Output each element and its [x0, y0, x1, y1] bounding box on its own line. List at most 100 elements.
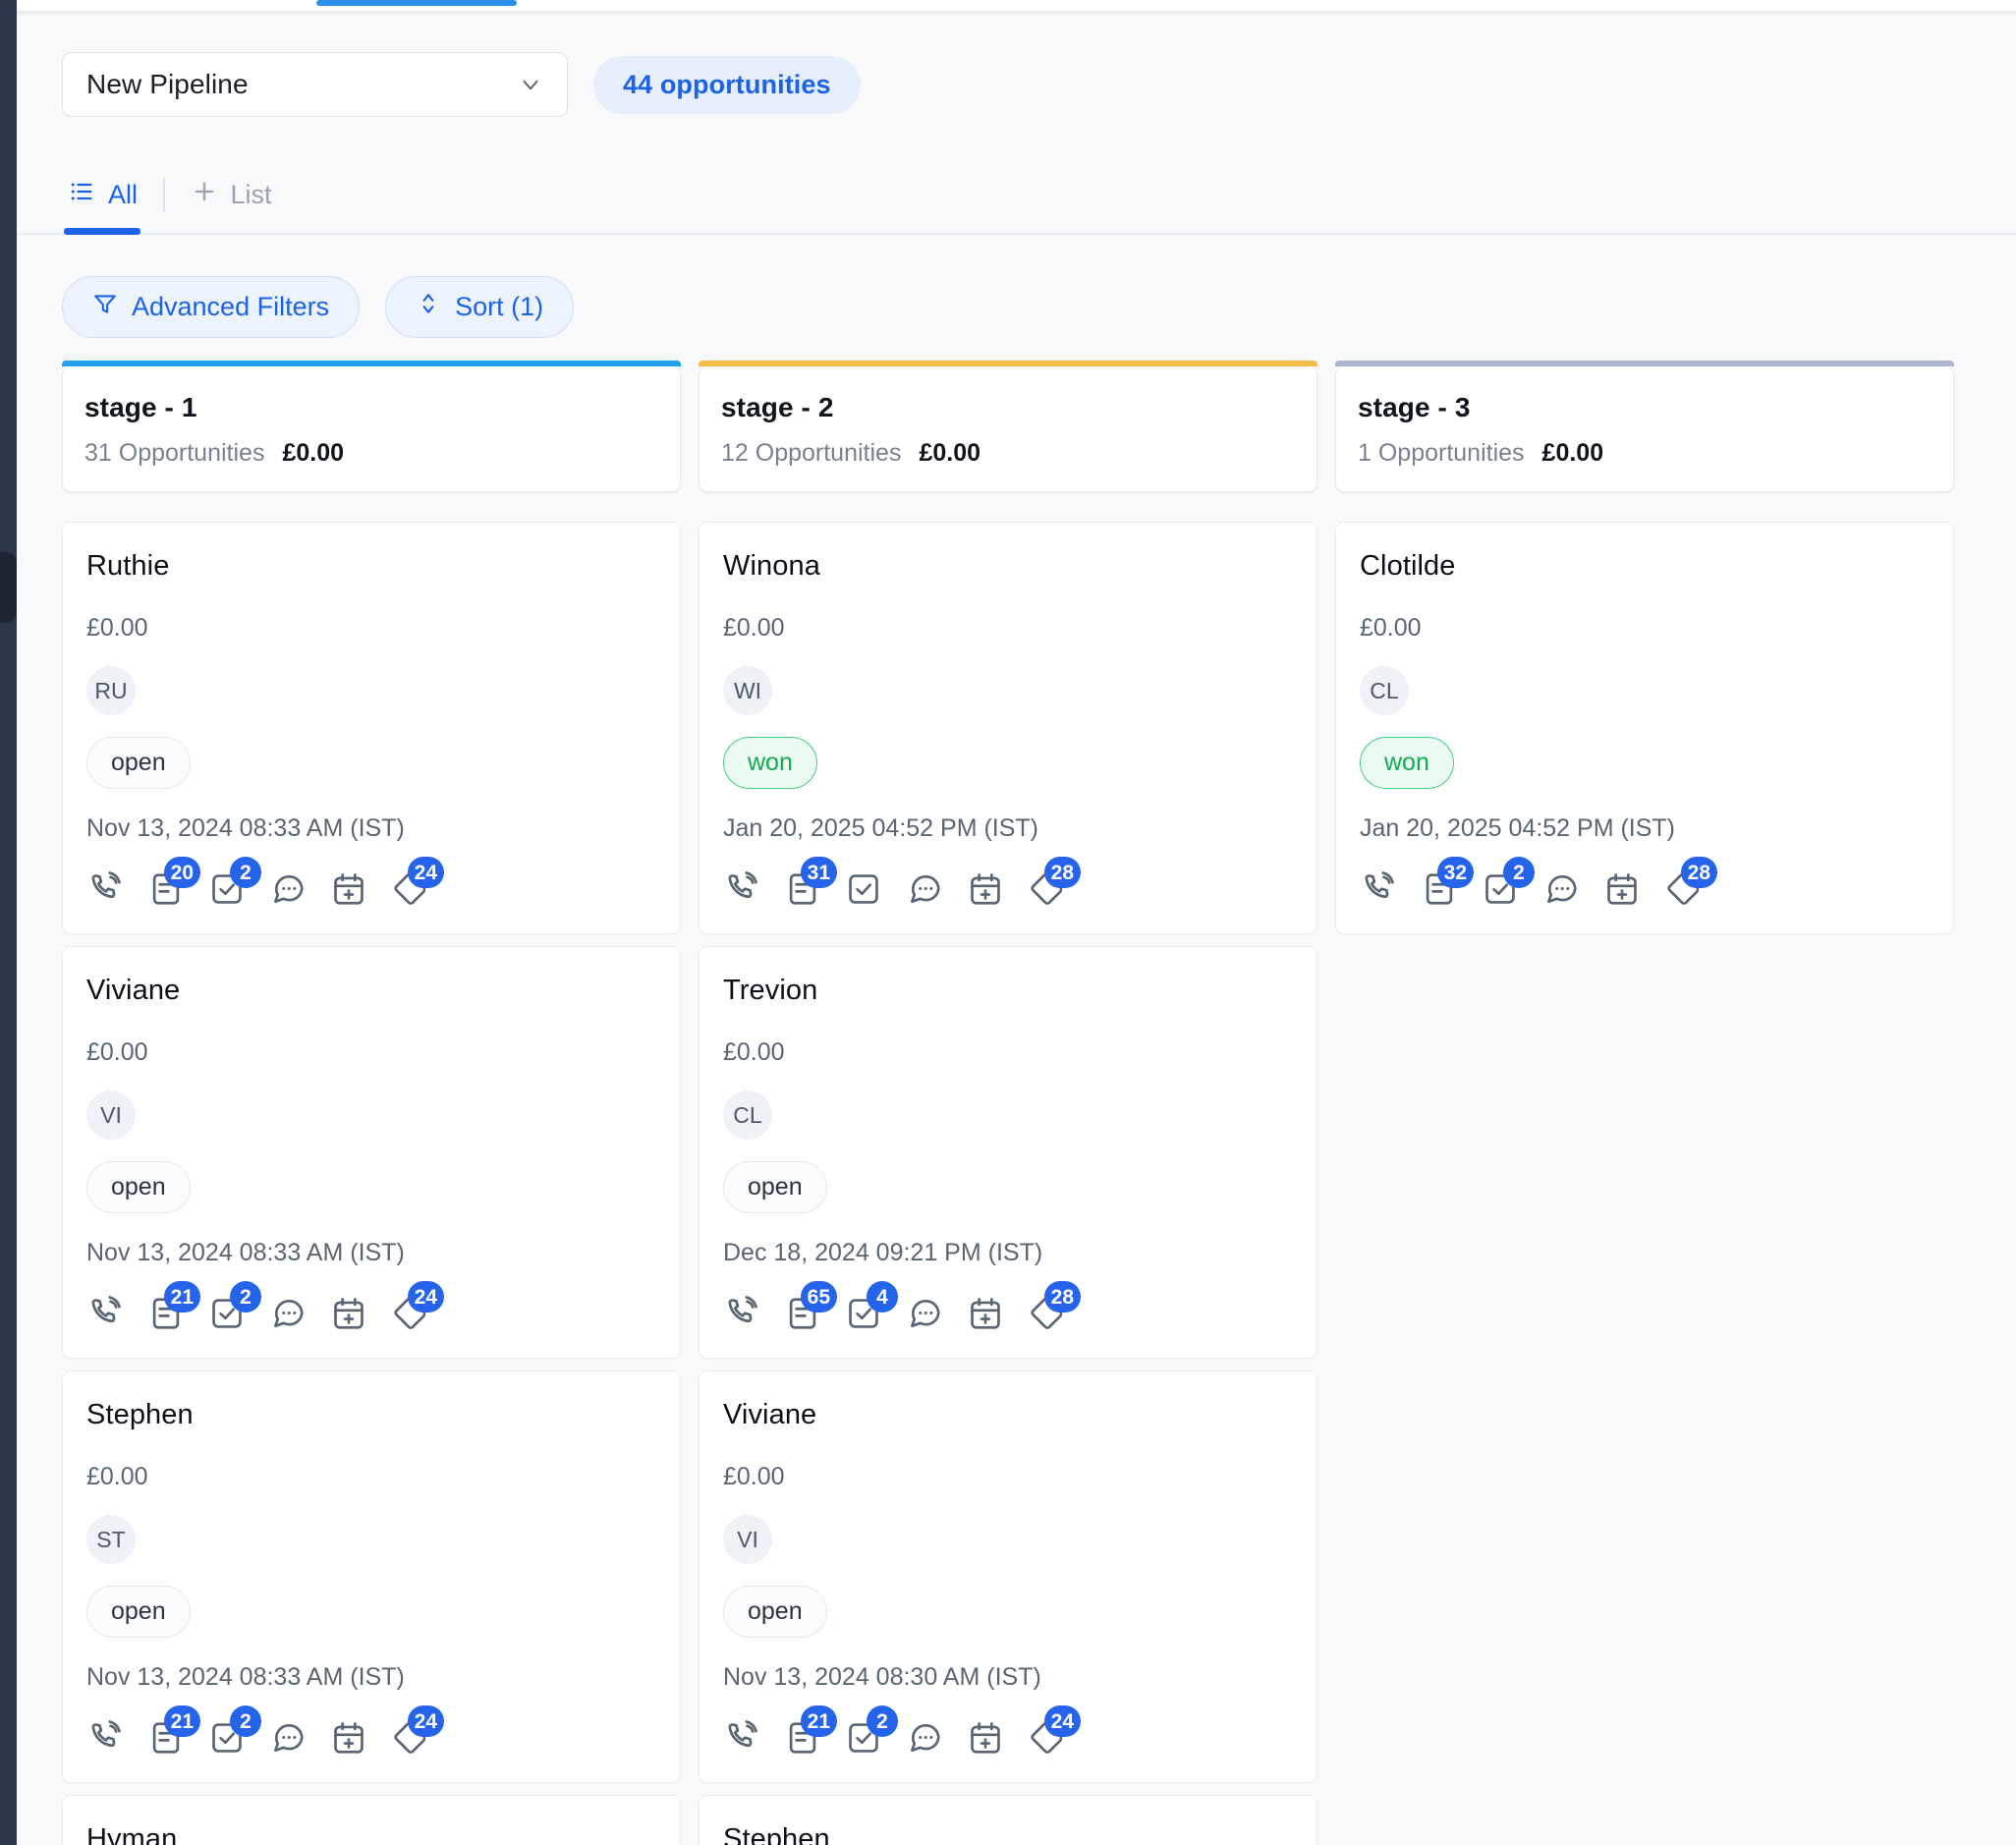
icon-count-badge: 21	[164, 1281, 200, 1313]
calendar-plus-icon[interactable]	[330, 1719, 367, 1757]
pipeline-board: stage - 131 Opportunities£0.00Ruthie£0.0…	[17, 338, 2016, 1845]
phone-call-icon[interactable]	[723, 1295, 760, 1332]
opportunity-name: Trevion	[723, 975, 1293, 1007]
chat-bubble-icon[interactable]	[906, 1719, 943, 1757]
task-check-icon[interactable]: 2	[208, 1719, 246, 1757]
stage-total-amount: £0.00	[919, 439, 980, 468]
task-check-icon[interactable]: 2	[845, 1719, 882, 1757]
opportunity-card[interactable]: Trevion£0.00CLopenDec 18, 2024 09:21 PM …	[699, 946, 1317, 1359]
pipeline-select[interactable]: New Pipeline	[62, 52, 568, 117]
icon-count-badge: 65	[801, 1281, 837, 1313]
tag-icon[interactable]: 24	[391, 1719, 428, 1757]
tab-all-underline	[64, 228, 140, 235]
task-check-icon[interactable]: 2	[208, 870, 246, 908]
icon-count-badge: 31	[801, 857, 837, 888]
left-rail-active-marker[interactable]	[0, 552, 17, 623]
avatar: ST	[86, 1515, 136, 1564]
note-icon[interactable]: 31	[784, 870, 821, 908]
calendar-plus-icon[interactable]	[967, 870, 1004, 908]
tag-icon[interactable]: 24	[1028, 1719, 1065, 1757]
note-icon[interactable]: 21	[147, 1295, 185, 1332]
phone-call-icon[interactable]	[86, 870, 124, 908]
stage-summary: 31 Opportunities£0.00	[84, 439, 658, 468]
phone-call-icon[interactable]	[86, 1295, 124, 1332]
tag-icon[interactable]: 24	[391, 1295, 428, 1332]
view-tabs: All List	[17, 158, 2016, 231]
tab-all-label: All	[108, 180, 138, 210]
stage-total-amount: £0.00	[282, 439, 344, 468]
opportunity-date: Jan 20, 2025 04:52 PM (IST)	[723, 814, 1293, 843]
chevron-down-icon	[518, 72, 543, 97]
task-check-icon[interactable]: 2	[208, 1295, 246, 1332]
opportunity-date: Jan 20, 2025 04:52 PM (IST)	[1360, 814, 1930, 843]
task-check-icon[interactable]: 2	[1482, 870, 1519, 908]
note-icon[interactable]: 21	[147, 1719, 185, 1757]
stage-header[interactable]: stage - 212 Opportunities£0.00	[699, 366, 1317, 492]
stage-header[interactable]: stage - 1 31 Opportunities£0.00	[62, 366, 681, 492]
tag-icon[interactable]: 28	[1664, 870, 1702, 908]
chat-bubble-icon[interactable]	[906, 1295, 943, 1332]
tag-icon[interactable]: 28	[1028, 870, 1065, 908]
stage-accent-bar	[1335, 361, 1954, 366]
opportunity-date: Nov 13, 2024 08:30 AM (IST)	[723, 1663, 1293, 1692]
icon-count-badge: 28	[1044, 857, 1081, 888]
icon-count-badge: 2	[230, 1705, 261, 1737]
icon-count-badge: 24	[408, 857, 444, 888]
chat-bubble-icon[interactable]	[1542, 870, 1580, 908]
note-icon[interactable]: 32	[1421, 870, 1458, 908]
opportunity-action-icons: 31 28	[723, 870, 1293, 908]
icon-count-badge: 32	[1437, 857, 1474, 888]
task-check-icon[interactable]: 4	[845, 1295, 882, 1332]
opportunity-name: Viviane	[723, 1399, 1293, 1431]
opportunity-card[interactable]: Hyman£0.00HY	[62, 1795, 681, 1845]
chat-bubble-icon[interactable]	[269, 1295, 307, 1332]
tag-icon[interactable]: 28	[1028, 1295, 1065, 1332]
calendar-plus-icon[interactable]	[967, 1719, 1004, 1757]
chat-bubble-icon[interactable]	[906, 870, 943, 908]
opportunity-card[interactable]: Winona£0.00WIwonJan 20, 2025 04:52 PM (I…	[699, 522, 1317, 934]
stage-header[interactable]: stage - 31 Opportunities£0.00	[1335, 366, 1954, 492]
opportunity-card[interactable]: Stephen£0.00ST	[699, 1795, 1317, 1845]
icon-count-badge: 2	[230, 857, 261, 888]
phone-call-icon[interactable]	[723, 1719, 760, 1757]
calendar-plus-icon[interactable]	[330, 1295, 367, 1332]
opportunity-amount: £0.00	[86, 1038, 656, 1067]
note-icon[interactable]: 65	[784, 1295, 821, 1332]
opportunity-card-list: Winona£0.00WIwonJan 20, 2025 04:52 PM (I…	[699, 522, 1317, 1845]
status-badge: open	[723, 1586, 827, 1638]
opportunity-card[interactable]: Stephen£0.00STopenNov 13, 2024 08:33 AM …	[62, 1370, 681, 1783]
funnel-icon	[92, 291, 118, 323]
chat-bubble-icon[interactable]	[269, 870, 307, 908]
sort-button[interactable]: Sort (1)	[385, 276, 574, 338]
calendar-plus-icon[interactable]	[330, 870, 367, 908]
tab-add-list[interactable]: List	[187, 158, 276, 231]
icon-count-badge: 4	[867, 1281, 898, 1313]
task-check-icon[interactable]	[845, 870, 882, 908]
opportunity-name: Stephen	[86, 1399, 656, 1431]
stage-summary: 12 Opportunities £0.00	[721, 439, 1295, 468]
opportunity-action-icons: 32 2 28	[1360, 870, 1930, 908]
tag-icon[interactable]: 24	[391, 870, 428, 908]
note-icon[interactable]: 20	[147, 870, 185, 908]
opportunity-date: Dec 18, 2024 09:21 PM (IST)	[723, 1239, 1293, 1267]
calendar-plus-icon[interactable]	[1603, 870, 1641, 908]
opportunity-card[interactable]: Viviane£0.00VIopenNov 13, 2024 08:30 AM …	[699, 1370, 1317, 1783]
icon-count-badge: 2	[867, 1705, 898, 1737]
opportunity-card-list: Clotilde£0.00CLwonJan 20, 2025 04:52 PM …	[1335, 522, 1954, 934]
opportunities-count-badge: 44 opportunities	[593, 56, 861, 114]
opportunity-card[interactable]: Ruthie£0.00RUopenNov 13, 2024 08:33 AM (…	[62, 522, 681, 934]
advanced-filters-button[interactable]: Advanced Filters	[62, 276, 360, 338]
note-icon[interactable]: 21	[784, 1719, 821, 1757]
calendar-plus-icon[interactable]	[967, 1295, 1004, 1332]
phone-call-icon[interactable]	[1360, 870, 1397, 908]
opportunity-card[interactable]: Clotilde£0.00CLwonJan 20, 2025 04:52 PM …	[1335, 522, 1954, 934]
phone-call-icon[interactable]	[86, 1719, 124, 1757]
stage-title: stage - 1	[84, 392, 658, 423]
opportunity-card-list: Ruthie£0.00RUopenNov 13, 2024 08:33 AM (…	[62, 522, 681, 1845]
chat-bubble-icon[interactable]	[269, 1719, 307, 1757]
stage-opportunity-count: 12 Opportunities	[721, 439, 901, 468]
tab-all[interactable]: All	[64, 158, 141, 231]
status-badge: won	[723, 737, 817, 789]
phone-call-icon[interactable]	[723, 870, 760, 908]
opportunity-card[interactable]: Viviane£0.00VIopenNov 13, 2024 08:33 AM …	[62, 946, 681, 1359]
